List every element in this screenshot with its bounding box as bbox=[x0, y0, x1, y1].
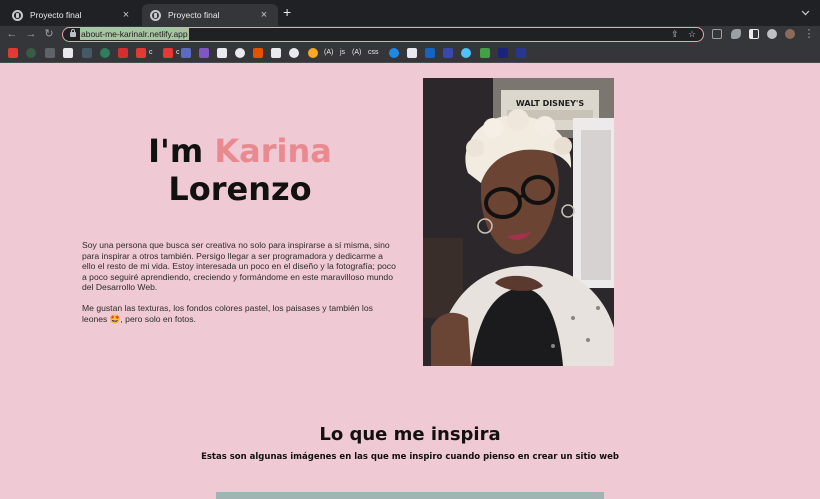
youtube-icon[interactable] bbox=[163, 48, 173, 58]
grid-extension-icon[interactable] bbox=[712, 29, 722, 39]
forward-arrow-icon[interactable]: → bbox=[24, 28, 38, 41]
github-icon[interactable] bbox=[289, 48, 299, 58]
tab-search-chevron-icon[interactable] bbox=[801, 7, 810, 16]
title-first-name: Karina bbox=[214, 132, 332, 170]
bookmark-label[interactable]: js bbox=[340, 48, 345, 58]
bio-paragraph-1: Soy una persona que busca ser creativa n… bbox=[82, 240, 396, 292]
reading-list-icon[interactable] bbox=[767, 29, 777, 39]
lock-icon bbox=[70, 29, 76, 37]
bookmark-label[interactable]: css bbox=[368, 48, 379, 58]
tab-title: Proyecto final bbox=[168, 10, 220, 20]
youtube-icon[interactable] bbox=[136, 48, 146, 58]
bookmark-icon[interactable] bbox=[118, 48, 128, 58]
bio-text: Soy una persona que busca ser creativa n… bbox=[82, 240, 397, 335]
bookmark-circle-icon[interactable] bbox=[100, 48, 110, 58]
bookmark-icon[interactable] bbox=[82, 48, 92, 58]
title-last-name: Lorenzo bbox=[168, 170, 312, 208]
address-bar[interactable]: about-me-karinalr.netlify.app ⇪ ☆ bbox=[62, 27, 704, 42]
new-tab-button[interactable]: + bbox=[283, 5, 291, 19]
page-title: I'm Karina Lorenzo bbox=[120, 132, 360, 208]
bio-paragraph-2: Me gustan las texturas, los fondos color… bbox=[82, 303, 373, 324]
amazon-icon[interactable] bbox=[63, 48, 73, 58]
more-menu-icon[interactable]: ⋮ bbox=[802, 28, 816, 41]
flag-icon[interactable] bbox=[443, 48, 453, 58]
bookmark-icon[interactable] bbox=[181, 48, 191, 58]
puzzle-extensions-icon[interactable] bbox=[731, 29, 741, 39]
section-subtitle: Estas son algunas imágenes en las que me… bbox=[201, 452, 619, 462]
globe-icon bbox=[12, 9, 23, 21]
close-tab-icon[interactable]: × bbox=[120, 9, 132, 21]
inspiration-image bbox=[216, 492, 604, 499]
youtube-icon[interactable] bbox=[8, 48, 18, 58]
bookmark-circle-icon[interactable] bbox=[308, 48, 318, 58]
bookmark-icon[interactable] bbox=[407, 48, 417, 58]
bookmark-icon[interactable] bbox=[480, 48, 490, 58]
tab-title: Proyecto final bbox=[30, 10, 82, 20]
url-text[interactable]: about-me-karinalr.netlify.app bbox=[80, 28, 189, 40]
bookmark-circle-icon[interactable] bbox=[235, 48, 245, 58]
bookmark-icon[interactable] bbox=[45, 48, 55, 58]
poster-text: WALT DISNEY'S bbox=[516, 99, 584, 108]
bookmark-label[interactable]: (A) bbox=[352, 48, 361, 58]
browser-tab-1[interactable]: Proyecto final × bbox=[4, 4, 140, 26]
profile-avatar[interactable] bbox=[785, 29, 795, 39]
bookmark-star-icon[interactable]: ☆ bbox=[688, 29, 696, 40]
bookmark-icon[interactable] bbox=[516, 48, 526, 58]
title-prefix: I'm bbox=[148, 132, 215, 170]
share-icon[interactable]: ⇪ bbox=[671, 29, 679, 40]
bookmark-icon[interactable] bbox=[217, 48, 227, 58]
side-panel-icon[interactable] bbox=[749, 29, 759, 39]
browser-tab-2[interactable]: Proyecto final × bbox=[142, 4, 278, 26]
bookmark-icon[interactable] bbox=[271, 48, 281, 58]
section-title: Lo que me inspira bbox=[319, 424, 501, 445]
wifi-icon[interactable] bbox=[461, 48, 471, 58]
globe-icon bbox=[150, 9, 161, 21]
bookmark-circle-icon[interactable] bbox=[389, 48, 399, 58]
html-icon[interactable] bbox=[253, 48, 263, 58]
bookmark-circle-icon[interactable] bbox=[26, 48, 36, 58]
back-arrow-icon[interactable]: ← bbox=[5, 28, 19, 41]
bookmark-label[interactable]: c bbox=[176, 48, 180, 58]
reload-icon[interactable]: ↻ bbox=[42, 28, 56, 41]
bookmarks-bar: c c (A) js (A) css bbox=[0, 43, 820, 63]
bookmark-icon[interactable] bbox=[425, 48, 435, 58]
close-tab-icon[interactable]: × bbox=[258, 9, 270, 21]
browser-toolbar: ← → ↻ about-me-karinalr.netlify.app ⇪ ☆ … bbox=[0, 26, 820, 43]
portrait-illustration: WALT DISNEY'S bbox=[423, 78, 614, 366]
bookmark-icon[interactable] bbox=[199, 48, 209, 58]
bookmark-label[interactable]: c bbox=[149, 48, 153, 58]
bookmark-icon[interactable] bbox=[498, 48, 508, 58]
portrait-photo: WALT DISNEY'S bbox=[423, 78, 614, 366]
browser-tab-bar: Proyecto final × Proyecto final × + bbox=[0, 0, 820, 26]
bookmark-label[interactable]: (A) bbox=[324, 48, 333, 58]
